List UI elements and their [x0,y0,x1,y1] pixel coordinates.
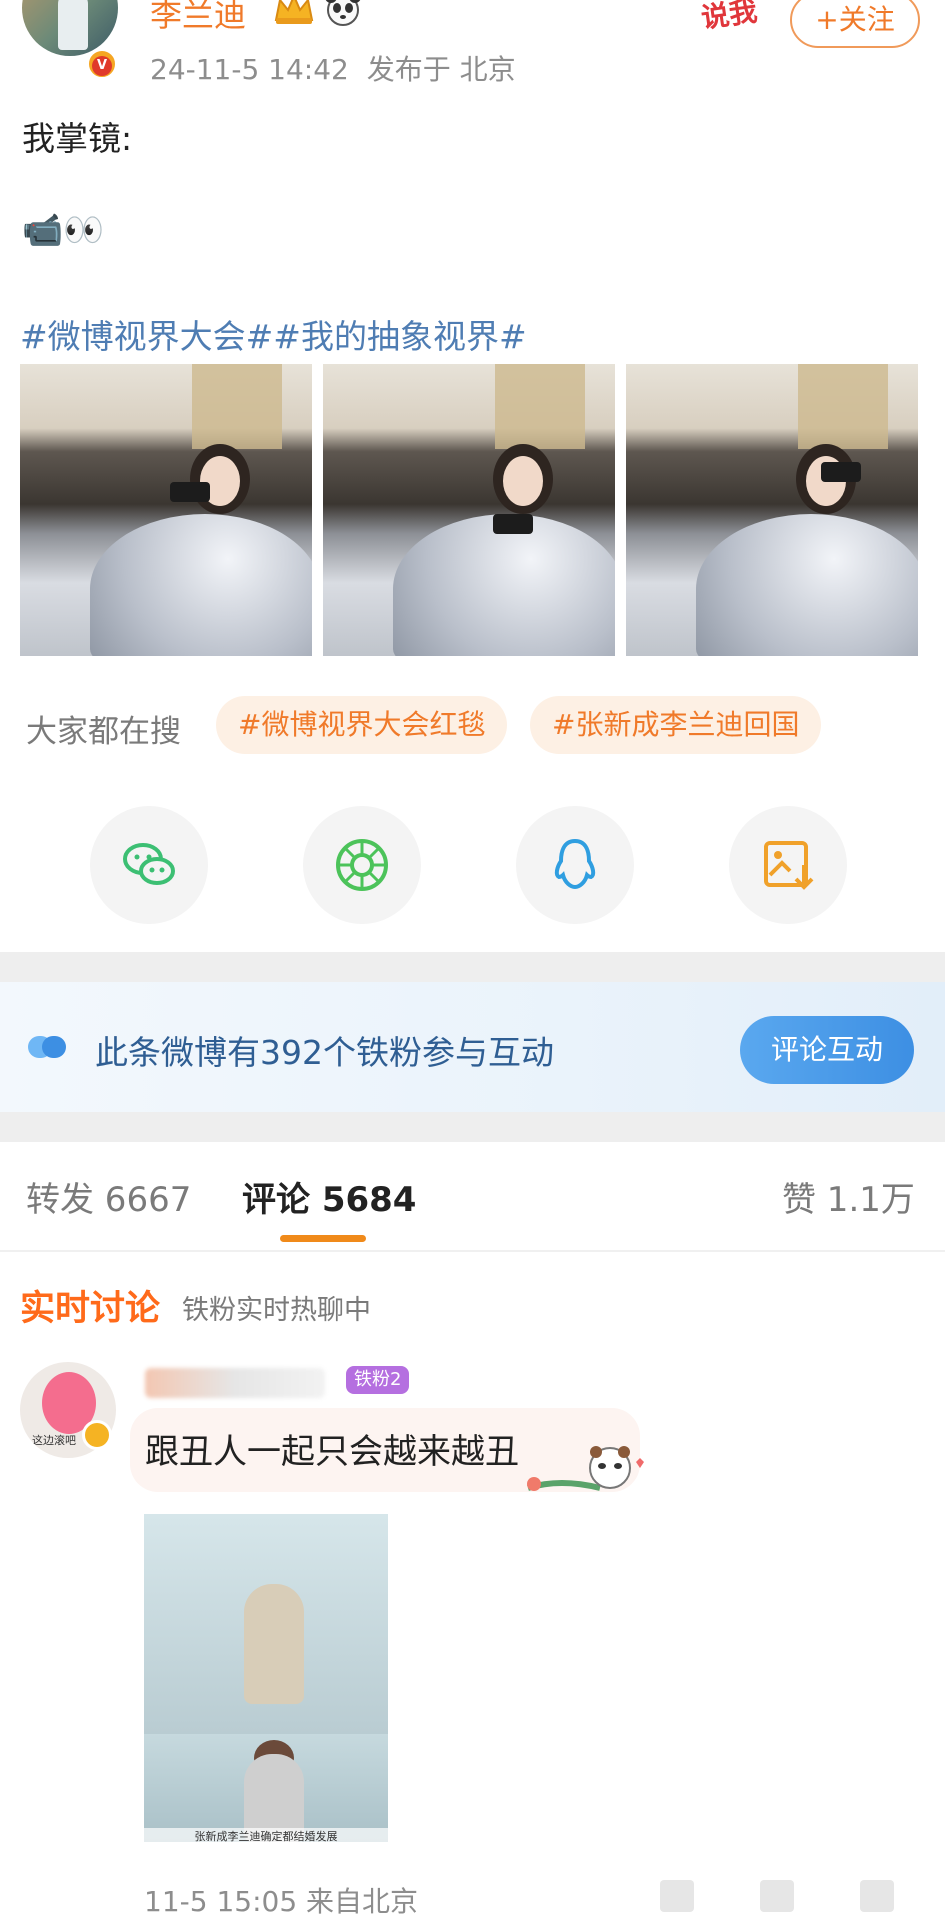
like-comment-icon[interactable] [860,1880,894,1912]
share-moments-button[interactable] [303,806,421,924]
post-meta: 24-11-5 14:42 发布于 北京 [150,48,516,88]
photo-2[interactable] [323,364,615,656]
interaction-tabs: 转发 6667 评论 5684 赞 1.1万 [0,1142,945,1252]
tab-comment[interactable]: 评论 5684 [242,1172,416,1221]
header-sticker: 说我 [699,0,760,35]
save-image-icon [764,841,814,890]
fan-level-badge: 铁粉2 [346,1366,410,1394]
post-time: 24-11-5 14:42 [150,53,349,86]
bubble-sticker-icon [527,1446,644,1491]
comment-meta: 11-5 15:05 来自北京 [144,1885,419,1918]
comment-item: 这边滚吧 铁粉2 跟丑人一起只会越来越丑 张新成李兰迪确定都结婚发展 11-5 … [0,1350,945,1922]
photo-3[interactable] [626,364,918,656]
trending-label: 大家都在搜 [26,714,181,750]
crown-icon [274,0,314,24]
reply-icon[interactable] [660,1880,694,1912]
comment-image[interactable]: 张新成李兰迪确定都结婚发展 [144,1514,388,1842]
active-tab-indicator [280,1235,366,1242]
comment-actions [660,1876,920,1916]
avatar-caption: 这边滚吧 [32,1434,76,1447]
live-title: 实时讨论 [20,1289,161,1329]
photo-grid [20,364,920,656]
section-divider [0,952,945,982]
post-text-line1: 我掌镜: [22,119,133,158]
commenter-verified-icon [82,1420,112,1450]
comment-text: 跟丑人一起只会越来越丑 [145,1432,519,1472]
share-comment-icon[interactable] [760,1880,794,1912]
fans-logo-icon [28,1036,66,1058]
trending-search-row: 大家都在搜 #微博视界大会红毯 #张新成李兰迪回国 [0,696,945,756]
follow-button[interactable]: +关注 [790,0,920,48]
qq-icon [554,838,596,890]
verified-badge-icon: V [86,48,118,80]
fans-banner: 此条微博有392个铁粉参与互动 评论互动 [0,982,945,1112]
post-text-line2: 📹👀 [22,210,105,249]
author-name[interactable]: 李兰迪 [150,0,246,36]
commenter-name-blurred[interactable] [145,1368,325,1398]
post-header: V 李兰迪 24-11-5 14:42 发布于 北京 说我 +关注 [0,0,945,100]
wechat-icon [123,843,175,885]
photo-1[interactable] [20,364,312,656]
trending-chip-1[interactable]: #微博视界大会红毯 [216,696,508,754]
comment-image-caption: 张新成李兰迪确定都结婚发展 [144,1828,388,1842]
tab-like[interactable]: 赞 1.1万 [782,1172,915,1221]
share-row [0,806,945,926]
live-subtitle: 铁粉实时热聊中 [182,1295,371,1326]
fans-banner-text: 此条微博有392个铁粉参与互动 [95,1033,554,1072]
panda-icon [325,0,361,26]
section-divider-2 [0,1112,945,1142]
save-image-button[interactable] [729,806,847,924]
live-discussion-header: 实时讨论 铁粉实时热聊中 [0,1272,945,1332]
comment-interact-button[interactable]: 评论互动 [740,1016,914,1084]
trending-chip-2[interactable]: #张新成李兰迪回国 [530,696,822,754]
tab-repost[interactable]: 转发 6667 [26,1172,191,1221]
post-hashtags[interactable]: #微博视界大会##我的抽象视界# [20,310,527,358]
moments-icon [336,839,388,891]
share-wechat-button[interactable] [90,806,208,924]
share-qq-button[interactable] [516,806,634,924]
post-location: 发布于 北京 [366,53,516,86]
